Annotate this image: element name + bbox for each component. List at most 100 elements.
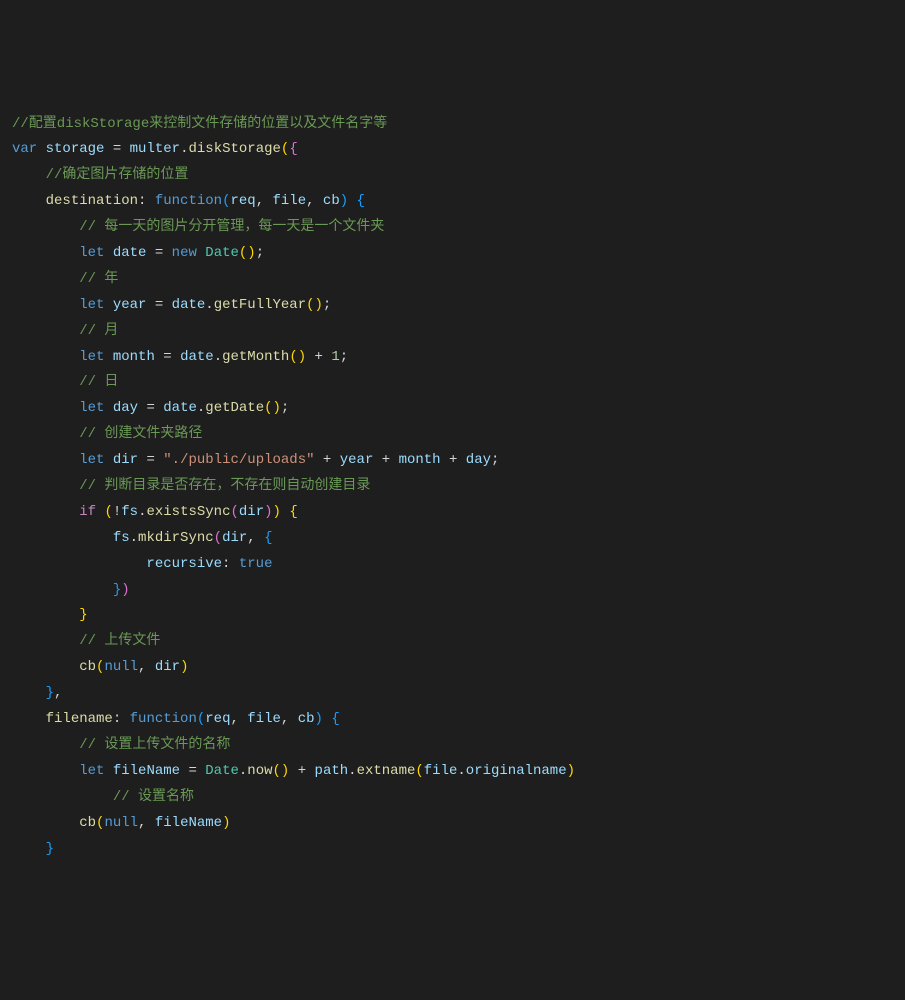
var-year: year bbox=[340, 452, 374, 468]
code-editor[interactable]: //配置diskStorage来控制文件存储的位置以及文件名字等 var stor… bbox=[12, 112, 893, 863]
param-file: file bbox=[273, 193, 307, 209]
code-line: // 设置上传文件的名称 bbox=[12, 733, 893, 759]
var-fs: fs bbox=[113, 530, 130, 546]
comment: // 年 bbox=[79, 271, 118, 287]
var-dir: dir bbox=[222, 530, 247, 546]
code-line: fs.mkdirSync(dir, { bbox=[12, 526, 893, 552]
code-line: // 上传文件 bbox=[12, 629, 893, 655]
keyword-let: let bbox=[79, 400, 104, 416]
code-line: // 创建文件夹路径 bbox=[12, 422, 893, 448]
param-req: req bbox=[230, 193, 255, 209]
var-month: month bbox=[113, 349, 155, 365]
fn-getDate: getDate bbox=[205, 400, 264, 416]
code-line: let date = new Date(); bbox=[12, 241, 893, 267]
var-dir: dir bbox=[155, 659, 180, 675]
keyword-let: let bbox=[79, 763, 104, 779]
code-line: let month = date.getMonth() + 1; bbox=[12, 345, 893, 371]
code-line: cb(null, fileName) bbox=[12, 811, 893, 837]
param-req: req bbox=[205, 711, 230, 727]
fn-getFullYear: getFullYear bbox=[214, 297, 306, 313]
keyword-if: if bbox=[79, 504, 96, 520]
var-path: path bbox=[315, 763, 349, 779]
var-dir: dir bbox=[239, 504, 264, 520]
keyword-var: var bbox=[12, 141, 37, 157]
var-fileName: fileName bbox=[155, 815, 222, 831]
code-line: var storage = multer.diskStorage({ bbox=[12, 137, 893, 163]
var-day: day bbox=[466, 452, 491, 468]
code-line: // 年 bbox=[12, 267, 893, 293]
code-line: //配置diskStorage来控制文件存储的位置以及文件名字等 bbox=[12, 112, 893, 138]
fn-existsSync: existsSync bbox=[146, 504, 230, 520]
keyword-function: function bbox=[155, 193, 222, 209]
comment: // 日 bbox=[79, 374, 118, 390]
fn-cb: cb bbox=[79, 815, 96, 831]
comment: // 月 bbox=[79, 323, 118, 339]
var-day: day bbox=[113, 400, 138, 416]
code-line: } bbox=[12, 837, 893, 863]
keyword-let: let bbox=[79, 452, 104, 468]
var-storage: storage bbox=[46, 141, 105, 157]
var-month: month bbox=[399, 452, 441, 468]
fn-getMonth: getMonth bbox=[222, 349, 289, 365]
code-line: // 设置名称 bbox=[12, 785, 893, 811]
code-line: } bbox=[12, 603, 893, 629]
code-line: filename: function(req, file, cb) { bbox=[12, 707, 893, 733]
prop-originalname: originalname bbox=[466, 763, 567, 779]
var-date: date bbox=[180, 349, 214, 365]
fn-now: now bbox=[247, 763, 272, 779]
fn-diskStorage: diskStorage bbox=[188, 141, 280, 157]
code-line: // 日 bbox=[12, 370, 893, 396]
bool-true: true bbox=[239, 556, 273, 572]
code-line: let day = date.getDate(); bbox=[12, 396, 893, 422]
class-date: Date bbox=[205, 763, 239, 779]
param-cb: cb bbox=[323, 193, 340, 209]
comment: // 上传文件 bbox=[79, 633, 160, 649]
var-year: year bbox=[113, 297, 147, 313]
comment: //配置diskStorage来控制文件存储的位置以及文件名字等 bbox=[12, 116, 387, 132]
fn-mkdirSync: mkdirSync bbox=[138, 530, 214, 546]
class-date: Date bbox=[205, 245, 239, 261]
comment: // 设置上传文件的名称 bbox=[79, 737, 230, 753]
fn-extname: extname bbox=[357, 763, 416, 779]
var-dir: dir bbox=[113, 452, 138, 468]
prop-recursive: recursive bbox=[146, 556, 222, 572]
code-line: let dir = "./public/uploads" + year + mo… bbox=[12, 448, 893, 474]
var-fs: fs bbox=[121, 504, 138, 520]
keyword-new: new bbox=[172, 245, 197, 261]
code-line: destination: function(req, file, cb) { bbox=[12, 189, 893, 215]
null: null bbox=[104, 659, 138, 675]
var-fileName: fileName bbox=[113, 763, 180, 779]
var-date: date bbox=[172, 297, 206, 313]
comment: // 创建文件夹路径 bbox=[79, 426, 202, 442]
var-date: date bbox=[163, 400, 197, 416]
comment: // 每一天的图片分开管理，每一天是一个文件夹 bbox=[79, 219, 384, 235]
code-line: // 每一天的图片分开管理，每一天是一个文件夹 bbox=[12, 215, 893, 241]
null: null bbox=[104, 815, 138, 831]
keyword-let: let bbox=[79, 245, 104, 261]
keyword-function: function bbox=[130, 711, 197, 727]
code-line: //确定图片存储的位置 bbox=[12, 163, 893, 189]
code-line: // 判断目录是否存在，不存在则自动创建目录 bbox=[12, 474, 893, 500]
param-cb: cb bbox=[298, 711, 315, 727]
code-line: }) bbox=[12, 578, 893, 604]
prop-destination: destination bbox=[46, 193, 138, 209]
var-date: date bbox=[113, 245, 147, 261]
param-file: file bbox=[247, 711, 281, 727]
comment: // 设置名称 bbox=[113, 789, 194, 805]
code-line: if (!fs.existsSync(dir)) { bbox=[12, 500, 893, 526]
code-line: }, bbox=[12, 681, 893, 707]
comment: //确定图片存储的位置 bbox=[46, 167, 189, 183]
var-multer: multer bbox=[130, 141, 180, 157]
code-line: recursive: true bbox=[12, 552, 893, 578]
code-line: cb(null, dir) bbox=[12, 655, 893, 681]
fn-cb: cb bbox=[79, 659, 96, 675]
keyword-let: let bbox=[79, 297, 104, 313]
number: 1 bbox=[331, 349, 339, 365]
var-file: file bbox=[424, 763, 458, 779]
code-line: let year = date.getFullYear(); bbox=[12, 293, 893, 319]
comment: // 判断目录是否存在，不存在则自动创建目录 bbox=[79, 478, 370, 494]
keyword-let: let bbox=[79, 349, 104, 365]
prop-filename: filename bbox=[46, 711, 113, 727]
string: "./public/uploads" bbox=[163, 452, 314, 468]
code-line: // 月 bbox=[12, 319, 893, 345]
